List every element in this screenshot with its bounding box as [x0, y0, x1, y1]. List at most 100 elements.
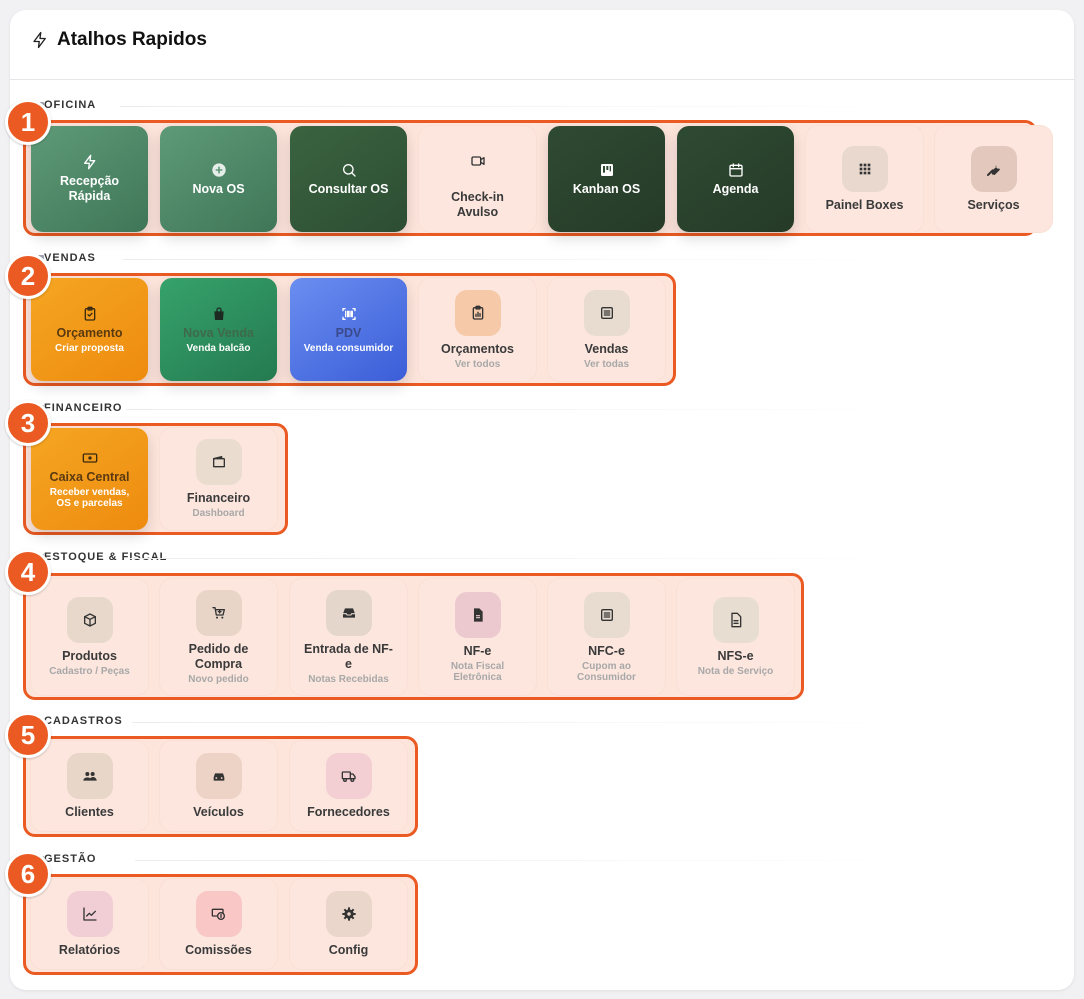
tile-subtitle: Ver todas [583, 358, 630, 370]
section-label: VENDAS [44, 252, 96, 264]
tile-title: Nova OS [192, 181, 245, 196]
tile-title: Painel Boxes [825, 197, 904, 212]
panel-header: Atalhos Rapidos [10, 10, 1074, 80]
shortcut-painel-boxes-button[interactable]: Painel Boxes [806, 126, 923, 232]
file-text-icon [712, 597, 759, 643]
shortcut-produtos-button[interactable]: Produtos Cadastro / Peças [31, 579, 148, 695]
shortcut-comissoes-button[interactable]: Comissões [160, 879, 277, 969]
tile-title: Fornecedores [307, 804, 390, 819]
section-divider [126, 409, 926, 410]
shortcut-nova-venda-button[interactable]: Nova Venda Venda balcão [160, 278, 277, 381]
cash-register-icon [82, 450, 98, 466]
shortcut-orcamentos-button[interactable]: Orçamentos Ver todos [419, 278, 536, 381]
tile-title: Config [328, 942, 369, 957]
kanban-icon [599, 162, 615, 178]
section-label: ESTOQUE & FISCAL [44, 551, 168, 563]
receipt-icon [583, 289, 630, 336]
section-number-badge: 2 [5, 253, 51, 299]
clipboard-check-icon [82, 306, 98, 322]
shortcut-kanban-os-button[interactable]: Kanban OS [548, 126, 665, 232]
shortcut-check-in-avulso-button[interactable]: Check-in Avulso [419, 126, 536, 232]
shortcut-nova-os-button[interactable]: Nova OS [160, 126, 277, 232]
section-number-badge: 5 [5, 712, 51, 758]
tile-title: PDV [335, 325, 362, 340]
search-icon [341, 162, 357, 178]
tile-title: Orçamento [56, 325, 123, 340]
tile-title: Check-in Avulso [451, 190, 504, 219]
shortcut-orcamento-button[interactable]: Orçamento Criar proposta [31, 278, 148, 381]
section-divider [129, 558, 929, 559]
tile-title: Financeiro [186, 491, 251, 505]
tile-title: Caixa Central [49, 469, 130, 484]
section-divider [123, 259, 923, 260]
tile-title: Pedido de Compra [188, 641, 249, 671]
chart-line-icon [66, 890, 113, 937]
tile-title: Veículos [193, 804, 244, 819]
gear-icon [325, 890, 372, 937]
tile-subtitle: Nota Fiscal Eletrônica [450, 660, 505, 683]
calendar-icon [728, 162, 744, 178]
tile-title: NFC-e [588, 643, 625, 658]
shortcut-agenda-button[interactable]: Agenda [677, 126, 794, 232]
tile-title: NFS-e [717, 649, 754, 663]
tile-subtitle: Receber vendas, OS e parcelas [49, 486, 130, 509]
section-divider [120, 106, 920, 107]
truck-icon [325, 752, 372, 799]
tile-subtitle: Criar proposta [55, 342, 124, 354]
tile-title: Entrada de NF-e [304, 641, 393, 671]
wallet-icon [195, 439, 242, 485]
shortcut-nfc-e-button[interactable]: NFC-e Cupom ao Consumidor [548, 579, 665, 695]
video-icon [455, 138, 501, 184]
tile-title: Orçamentos [441, 341, 514, 356]
shortcut-caixa-central-button[interactable]: Caixa Central Receber vendas, OS e parcel… [31, 428, 148, 530]
box-icon [66, 597, 113, 643]
tile-subtitle: Venda consumidor [303, 342, 394, 354]
shortcut-pedido-de-compra-button[interactable]: Pedido de Compra Novo pedido [160, 579, 277, 695]
grid-icon [841, 145, 888, 192]
tile-title: Nova Venda [183, 325, 254, 340]
lightning-icon [82, 154, 98, 170]
section-label: GESTÃO [44, 853, 97, 865]
shortcut-financeiro-button[interactable]: Financeiro Dashboard [160, 428, 277, 530]
page-title: Atalhos Rapidos [57, 29, 207, 50]
tile-subtitle: Dashboard [192, 508, 245, 519]
shortcut-pdv-button[interactable]: PDV Venda consumidor [290, 278, 407, 381]
section-divider [132, 722, 932, 723]
tile-title: Produtos [62, 649, 117, 663]
shortcut-vendas-button[interactable]: Vendas Ver todas [548, 278, 665, 381]
inbox-icon [325, 589, 372, 636]
section-number-badge: 6 [5, 851, 51, 897]
wrench-icon [970, 145, 1017, 192]
tile-title: Consultar OS [308, 181, 389, 196]
tile-title: Recepção Rápida [59, 174, 120, 203]
money-icon [195, 890, 242, 937]
tile-title: Serviços [967, 197, 1020, 212]
barcode-icon [341, 306, 357, 322]
shortcut-nf-e-button[interactable]: NF-e Nota Fiscal Eletrônica [419, 579, 536, 695]
tile-title: Relatórios [58, 942, 121, 957]
section-divider [135, 860, 935, 861]
tile-title: NF-e [463, 643, 492, 658]
shortcut-servicos-button[interactable]: Serviços [935, 126, 1052, 232]
shortcut-relatorios-button[interactable]: Relatórios [31, 879, 148, 969]
shortcut-consultar-os-button[interactable]: Consultar OS [290, 126, 407, 232]
shortcut-veiculos-button[interactable]: Veículos [160, 741, 277, 831]
section-label: CADASTROS [44, 715, 123, 727]
shortcut-entrada-de-nf-e-button[interactable]: Entrada de NF-e Notas Recebidas [290, 579, 407, 695]
shortcut-config-button[interactable]: Config [290, 879, 407, 969]
tile-subtitle: Nota de Serviço [697, 666, 774, 677]
shortcut-fornecedores-button[interactable]: Fornecedores [290, 741, 407, 831]
lightning-icon [31, 31, 49, 49]
car-icon [195, 752, 242, 799]
shortcut-recepcao-rapida-button[interactable]: Recepção Rápida [31, 126, 148, 232]
cart-plus-icon [195, 589, 242, 636]
shortcut-clientes-button[interactable]: Clientes [31, 741, 148, 831]
tile-subtitle: Venda balcão [186, 342, 251, 354]
receipt-icon [583, 591, 630, 638]
tile-subtitle: Cupom ao Consumidor [577, 660, 636, 683]
shortcut-nfs-e-button[interactable]: NFS-e Nota de Serviço [677, 579, 794, 695]
tile-title: Kanban OS [572, 181, 641, 196]
section-label: FINANCEIRO [44, 402, 123, 414]
clipboard-chart-icon [454, 289, 501, 336]
tile-subtitle: Ver todos [454, 358, 501, 370]
